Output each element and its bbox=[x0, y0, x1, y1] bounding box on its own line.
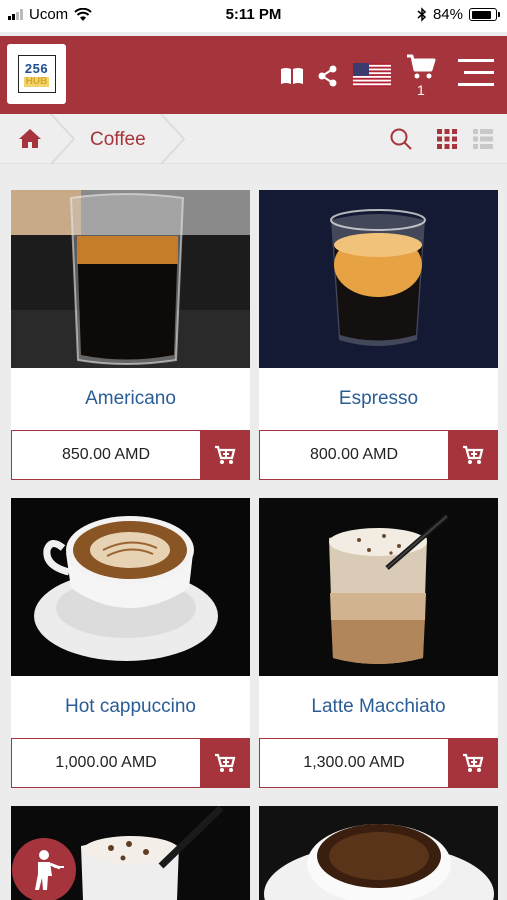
add-to-cart-icon bbox=[215, 445, 236, 464]
product-card[interactable]: Americano 850.00 AMD bbox=[11, 190, 250, 480]
add-to-cart-button[interactable] bbox=[448, 738, 498, 788]
product-price: 800.00 AMD bbox=[259, 430, 448, 480]
add-to-cart-button[interactable] bbox=[200, 430, 250, 480]
product-image-espresso[interactable] bbox=[259, 190, 498, 368]
product-image[interactable] bbox=[259, 806, 498, 900]
add-to-cart-icon bbox=[463, 753, 484, 772]
bluetooth-icon bbox=[417, 7, 427, 22]
add-to-cart-icon bbox=[215, 753, 236, 772]
product-card[interactable]: Espresso 800.00 AMD bbox=[259, 190, 498, 480]
battery-icon bbox=[469, 8, 500, 21]
product-name[interactable]: Hot cappuccino bbox=[11, 676, 250, 738]
status-bar: Ucom 5:11 PM 84% bbox=[0, 0, 507, 32]
search-icon[interactable] bbox=[389, 127, 413, 151]
add-to-cart-button[interactable] bbox=[448, 430, 498, 480]
logo[interactable]: 256 HUB bbox=[7, 44, 66, 104]
product-name[interactable]: Latte Macchiato bbox=[259, 676, 498, 738]
product-card[interactable]: Latte Macchiato 1,300.00 AMD bbox=[259, 498, 498, 788]
product-card[interactable]: Hot cappuccino 1,000.00 AMD bbox=[11, 498, 250, 788]
product-image-hot-cappuccino[interactable] bbox=[11, 498, 250, 676]
breadcrumb: Coffee bbox=[0, 114, 507, 164]
call-waiter-button[interactable] bbox=[12, 838, 76, 900]
product-image-latte-macchiato[interactable] bbox=[259, 498, 498, 676]
logo-text-bottom: HUB bbox=[23, 75, 50, 87]
menu-icon[interactable] bbox=[458, 58, 494, 88]
product-price: 1,300.00 AMD bbox=[259, 738, 448, 788]
home-icon[interactable] bbox=[18, 127, 42, 149]
battery-percent: 84% bbox=[432, 6, 463, 23]
product-name[interactable]: Espresso bbox=[259, 368, 498, 430]
breadcrumb-category[interactable]: Coffee bbox=[90, 129, 146, 151]
add-to-cart-icon bbox=[463, 445, 484, 464]
product-price: 850.00 AMD bbox=[11, 430, 200, 480]
product-image-americano[interactable] bbox=[11, 190, 250, 368]
app-header: 256 HUB 1 bbox=[0, 36, 507, 114]
us-flag-icon[interactable] bbox=[353, 63, 391, 87]
waiter-icon bbox=[35, 850, 64, 890]
product-card[interactable] bbox=[259, 806, 498, 900]
breadcrumb-separator bbox=[160, 114, 186, 164]
logo-text-top: 256 bbox=[24, 60, 49, 76]
add-to-cart-button[interactable] bbox=[200, 738, 250, 788]
list-view-icon[interactable] bbox=[473, 129, 493, 149]
breadcrumb-separator bbox=[50, 114, 76, 164]
product-name[interactable]: Americano bbox=[11, 368, 250, 430]
book-icon[interactable] bbox=[279, 66, 305, 86]
cart-icon[interactable] bbox=[405, 53, 437, 81]
grid-view-icon[interactable] bbox=[437, 129, 457, 149]
share-icon[interactable] bbox=[318, 65, 338, 87]
cart-count: 1 bbox=[417, 82, 425, 98]
product-price: 1,000.00 AMD bbox=[11, 738, 200, 788]
